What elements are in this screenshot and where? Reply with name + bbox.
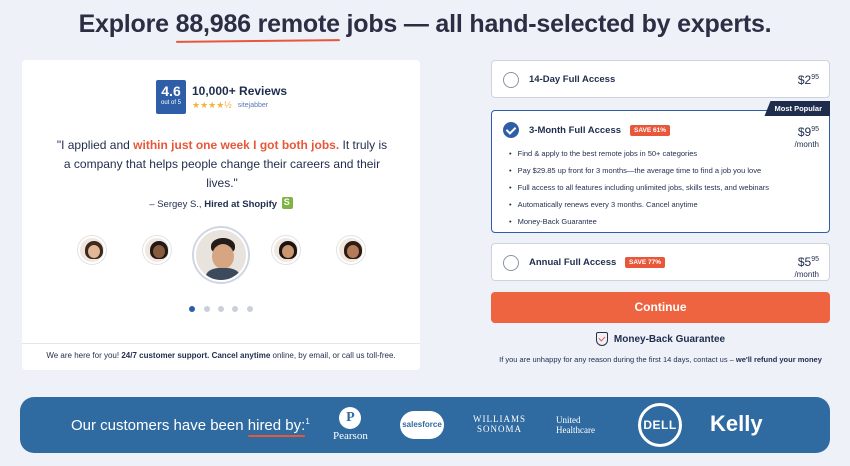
price-whole: $5 xyxy=(797,255,812,269)
pearson-logo: P Pearson xyxy=(333,407,368,442)
carousel-dot-4[interactable] xyxy=(232,306,239,312)
money-back-guarantee: Money-Back Guarantee If you are unhappy … xyxy=(491,332,830,366)
banner-prefix: Our customers have been xyxy=(71,417,248,434)
reviews-title: 10,000+ Reviews xyxy=(192,83,288,98)
price-unit: /month xyxy=(794,140,819,149)
plan-name: Annual Full Access xyxy=(529,257,617,268)
avatar-carousel xyxy=(22,228,420,298)
radio-3-month[interactable] xyxy=(503,122,519,138)
avatar[interactable] xyxy=(143,236,171,264)
testimonial-hired-at: Hired at Shopify xyxy=(204,199,278,210)
williams-sonoma-line-1: WILLIAMS xyxy=(473,414,526,424)
plan-annual[interactable]: Annual Full Access SAVE 77% $595 /month xyxy=(491,243,830,281)
price-unit: /month xyxy=(794,270,819,279)
carousel-dot-3[interactable] xyxy=(218,306,224,312)
quote-open: "I applied and xyxy=(56,138,134,152)
carousel-dot-1[interactable] xyxy=(189,306,196,312)
continue-button[interactable]: Continue xyxy=(491,292,830,323)
plan-14-day[interactable]: 14-Day Full Access $295 xyxy=(491,60,830,98)
guarantee-body: If you are unhappy for any reason during… xyxy=(499,355,736,364)
plan-features: Find & apply to the best remote jobs in … xyxy=(509,145,769,230)
united-healthcare-line-2: Healthcare xyxy=(556,425,595,435)
page-headline: Explore 88,986 remote jobs — all hand-se… xyxy=(0,10,850,39)
plan-3-month[interactable]: Most Popular 3-Month Full Access SAVE 61… xyxy=(491,101,830,233)
headline-prefix: Explore xyxy=(78,10,176,38)
banner-title: Our customers have been hired by:1 xyxy=(71,417,310,434)
carousel-dot-2[interactable] xyxy=(203,306,210,312)
support-rest: online, by email, or call us toll-free. xyxy=(270,351,396,360)
quote-highlight: within just one week I got both jobs. xyxy=(133,138,340,152)
plan-price: $295 xyxy=(798,71,819,89)
support-note: We are here for you! 24/7 customer suppo… xyxy=(22,343,420,360)
save-badge: SAVE 61% xyxy=(630,125,671,136)
pearson-mark: P xyxy=(339,407,362,429)
united-healthcare-logo: United Healthcare xyxy=(556,415,595,435)
banner-footnote: 1 xyxy=(305,417,310,426)
testimonial-card: 4.6 out of 5 10,000+ Reviews ★★★★½ sitej… xyxy=(22,60,420,370)
hired-by-banner: Our customers have been hired by:1 P Pea… xyxy=(20,397,830,453)
williams-sonoma-line-2: SONOMA xyxy=(476,424,522,434)
guarantee-text: If you are unhappy for any reason during… xyxy=(491,354,830,366)
sitejabber-logo: sitejabber xyxy=(237,101,269,109)
most-popular-badge: Most Popular xyxy=(764,101,830,116)
star-rating-icon: ★★★★½ xyxy=(192,99,232,110)
avatar[interactable] xyxy=(78,236,106,264)
rating-score: 4.6 xyxy=(161,83,181,99)
banner-hired-by: hired by: xyxy=(247,417,306,434)
united-healthcare-line-1: United xyxy=(556,415,581,425)
guarantee-heading: Money-Back Guarantee xyxy=(595,332,726,346)
dell-logo: DELL xyxy=(638,403,682,447)
guarantee-refund: we'll refund your money xyxy=(735,355,822,364)
salesforce-logo: salesforce xyxy=(400,411,444,439)
shopify-icon xyxy=(281,197,293,209)
radio-14-day[interactable] xyxy=(503,72,519,88)
shield-check-icon xyxy=(595,332,608,346)
rating-out-of: out of 5 xyxy=(160,100,181,106)
headline-job-count: 88,986 remote xyxy=(175,10,340,38)
feature-item: Find & apply to the best remote jobs in … xyxy=(509,145,769,162)
plan-name: 14-Day Full Access xyxy=(529,74,616,85)
plan-name: 3-Month Full Access xyxy=(529,125,622,136)
williams-sonoma-logo: WILLIAMS SONOMA xyxy=(473,414,526,434)
plan-price: $995 /month xyxy=(795,123,819,149)
rating-badge: 4.6 out of 5 xyxy=(156,80,186,114)
feature-item: Full access to all features including un… xyxy=(509,179,769,196)
testimonial-quote: "I applied and within just one week I go… xyxy=(52,136,392,193)
carousel-dots xyxy=(22,299,420,317)
radio-annual[interactable] xyxy=(503,255,519,271)
price-cents: 95 xyxy=(811,256,819,263)
price-cents: 95 xyxy=(811,74,819,81)
feature-item: Automatically renews every 3 months. Can… xyxy=(509,196,769,213)
carousel-dot-5[interactable] xyxy=(246,306,253,312)
salesforce-text: salesforce xyxy=(400,411,444,439)
plan-price: $595 /month xyxy=(795,253,819,279)
price-whole: $9 xyxy=(797,125,812,139)
support-bold: 24/7 customer support. Cancel anytime xyxy=(121,351,271,360)
feature-item: Pay $29.85 up front for 3 months—the ave… xyxy=(509,162,769,179)
avatar[interactable] xyxy=(194,228,248,282)
guarantee-title: Money-Back Guarantee xyxy=(613,333,726,345)
avatar[interactable] xyxy=(272,236,300,264)
save-badge: SAVE 77% xyxy=(625,257,666,268)
testimonial-author: – Sergey S., xyxy=(149,199,205,210)
reviews-rating: 4.6 out of 5 10,000+ Reviews ★★★★½ sitej… xyxy=(156,80,287,114)
support-intro: We are here for you! xyxy=(46,351,122,360)
pearson-text: Pearson xyxy=(333,430,368,442)
headline-suffix: jobs — all hand-selected by experts. xyxy=(339,10,772,38)
testimonial-attribution: – Sergey S., Hired at Shopify xyxy=(22,197,420,210)
avatar[interactable] xyxy=(337,236,365,264)
feature-item: Money-Back Guarantee xyxy=(509,213,769,230)
kelly-logo: Kelly xyxy=(710,411,763,436)
price-cents: 95 xyxy=(811,126,819,133)
price-whole: $2 xyxy=(797,73,812,87)
